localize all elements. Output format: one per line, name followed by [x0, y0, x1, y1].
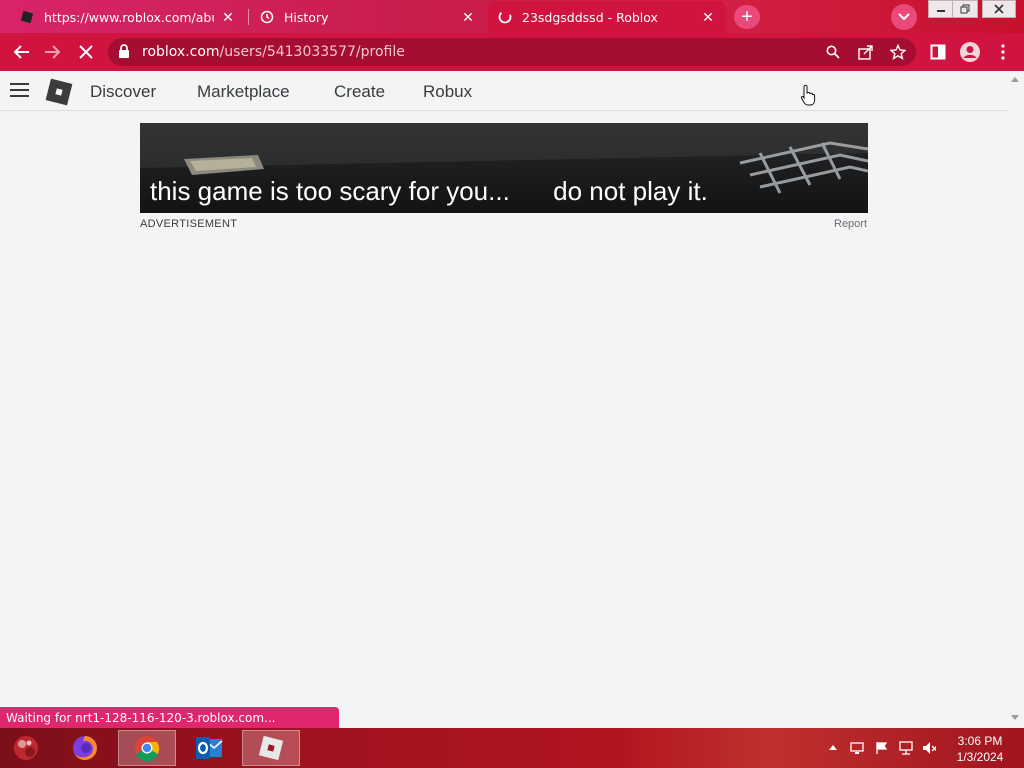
roblox-favicon-icon	[20, 10, 34, 24]
tab-separator	[248, 9, 249, 25]
tab-title: 23sdgsddssd - Roblox	[522, 9, 658, 25]
system-clock[interactable]: 3:06 PM 1/3/2024	[948, 733, 1012, 765]
page-scrollbar[interactable]	[1007, 71, 1024, 728]
taskbar-roblox[interactable]	[242, 730, 300, 766]
back-arrow-icon	[13, 45, 29, 59]
advertisement-label: ADVERTISEMENT	[140, 218, 238, 230]
firefox-icon	[73, 736, 97, 760]
ad-caption-left: this game is too scary for you...	[150, 176, 510, 206]
tab-roblox-profile[interactable]: 23sdgsddssd - Roblox ✕	[488, 1, 726, 33]
nav-marketplace[interactable]: Marketplace	[197, 82, 290, 102]
tab-title: History	[284, 9, 329, 25]
roblox-header: Discover Marketplace Create Robux	[0, 71, 1007, 111]
back-button[interactable]	[9, 40, 33, 64]
side-panel-button[interactable]	[926, 40, 950, 64]
taskbar-firefox[interactable]	[56, 730, 114, 766]
tab-title: https://www.roblox.com/abusere	[44, 9, 214, 25]
minimize-button[interactable]	[928, 0, 954, 18]
nav-discover[interactable]: Discover	[90, 82, 156, 102]
report-ad-link[interactable]: Report	[834, 218, 867, 230]
scroll-down-arrow-icon[interactable]	[1011, 715, 1019, 720]
start-orb-icon	[14, 736, 38, 760]
chevron-down-icon	[898, 13, 910, 21]
display-tray-icon[interactable]	[850, 741, 864, 755]
close-icon[interactable]: ✕	[460, 9, 476, 25]
action-center-flag-icon[interactable]	[875, 741, 889, 755]
share-icon[interactable]	[858, 44, 874, 60]
tab-roblox-abuse[interactable]: https://www.roblox.com/abusere ✕	[10, 1, 246, 33]
tab-history[interactable]: History ✕	[250, 1, 486, 33]
ad-caption: this game is too scary for you... do not…	[150, 176, 708, 207]
network-icon[interactable]	[899, 741, 913, 755]
nav-robux[interactable]: Robux	[423, 82, 472, 102]
close-window-button[interactable]	[982, 0, 1016, 18]
hamburger-menu-icon[interactable]	[10, 82, 30, 98]
loading-status-bubble: Waiting for nrt1-128-116-120-3.roblox.co…	[0, 707, 339, 728]
clock-date: 1/3/2024	[956, 750, 1004, 764]
tab-strip: https://www.roblox.com/abusere ✕ History…	[0, 0, 1024, 33]
clock-time: 3:06 PM	[957, 734, 1003, 748]
stop-loading-icon	[79, 45, 93, 59]
roblox-icon	[258, 735, 284, 761]
browser-menu-button[interactable]	[991, 40, 1015, 64]
roblox-logo-icon[interactable]	[44, 77, 74, 107]
tab-search-button[interactable]	[891, 4, 917, 30]
ad-caption-right: do not play it.	[553, 176, 708, 206]
loading-favicon-icon	[498, 10, 512, 24]
restore-button[interactable]	[952, 0, 978, 18]
show-hidden-icons-icon[interactable]	[829, 744, 837, 750]
side-panel-icon	[930, 44, 946, 60]
volume-muted-icon[interactable]	[922, 741, 936, 755]
star-bookmark-icon[interactable]	[890, 44, 906, 60]
windows-taskbar: 3:06 PM 1/3/2024	[0, 728, 1024, 768]
taskbar-chrome[interactable]	[118, 730, 176, 766]
close-icon[interactable]: ✕	[220, 9, 236, 25]
lock-icon[interactable]	[118, 44, 130, 59]
history-icon	[260, 10, 274, 24]
url-host: roblox.com	[142, 44, 220, 60]
url-text[interactable]: roblox.com/users/5413033577/profile	[142, 44, 405, 60]
close-icon[interactable]: ✕	[700, 9, 716, 25]
address-bar[interactable]: roblox.com/users/5413033577/profile	[108, 38, 916, 66]
kebab-menu-icon	[1001, 44, 1005, 60]
forward-button[interactable]	[41, 40, 65, 64]
stop-button[interactable]	[74, 40, 98, 64]
taskbar-outlook[interactable]	[180, 730, 238, 766]
forward-arrow-icon	[45, 45, 61, 59]
nav-create[interactable]: Create	[334, 82, 385, 102]
browser-toolbar: roblox.com/users/5413033577/profile	[0, 33, 1024, 71]
new-tab-button[interactable]: +	[734, 5, 760, 29]
chrome-icon	[135, 736, 160, 762]
start-button[interactable]	[0, 730, 52, 766]
outlook-icon	[196, 737, 223, 759]
search-icon[interactable]	[826, 45, 840, 59]
hand-cursor-icon	[800, 84, 816, 106]
profile-button[interactable]	[958, 40, 982, 64]
avatar-icon	[960, 42, 980, 62]
scroll-up-arrow-icon[interactable]	[1011, 77, 1019, 82]
url-path: /users/5413033577/profile	[219, 44, 405, 60]
